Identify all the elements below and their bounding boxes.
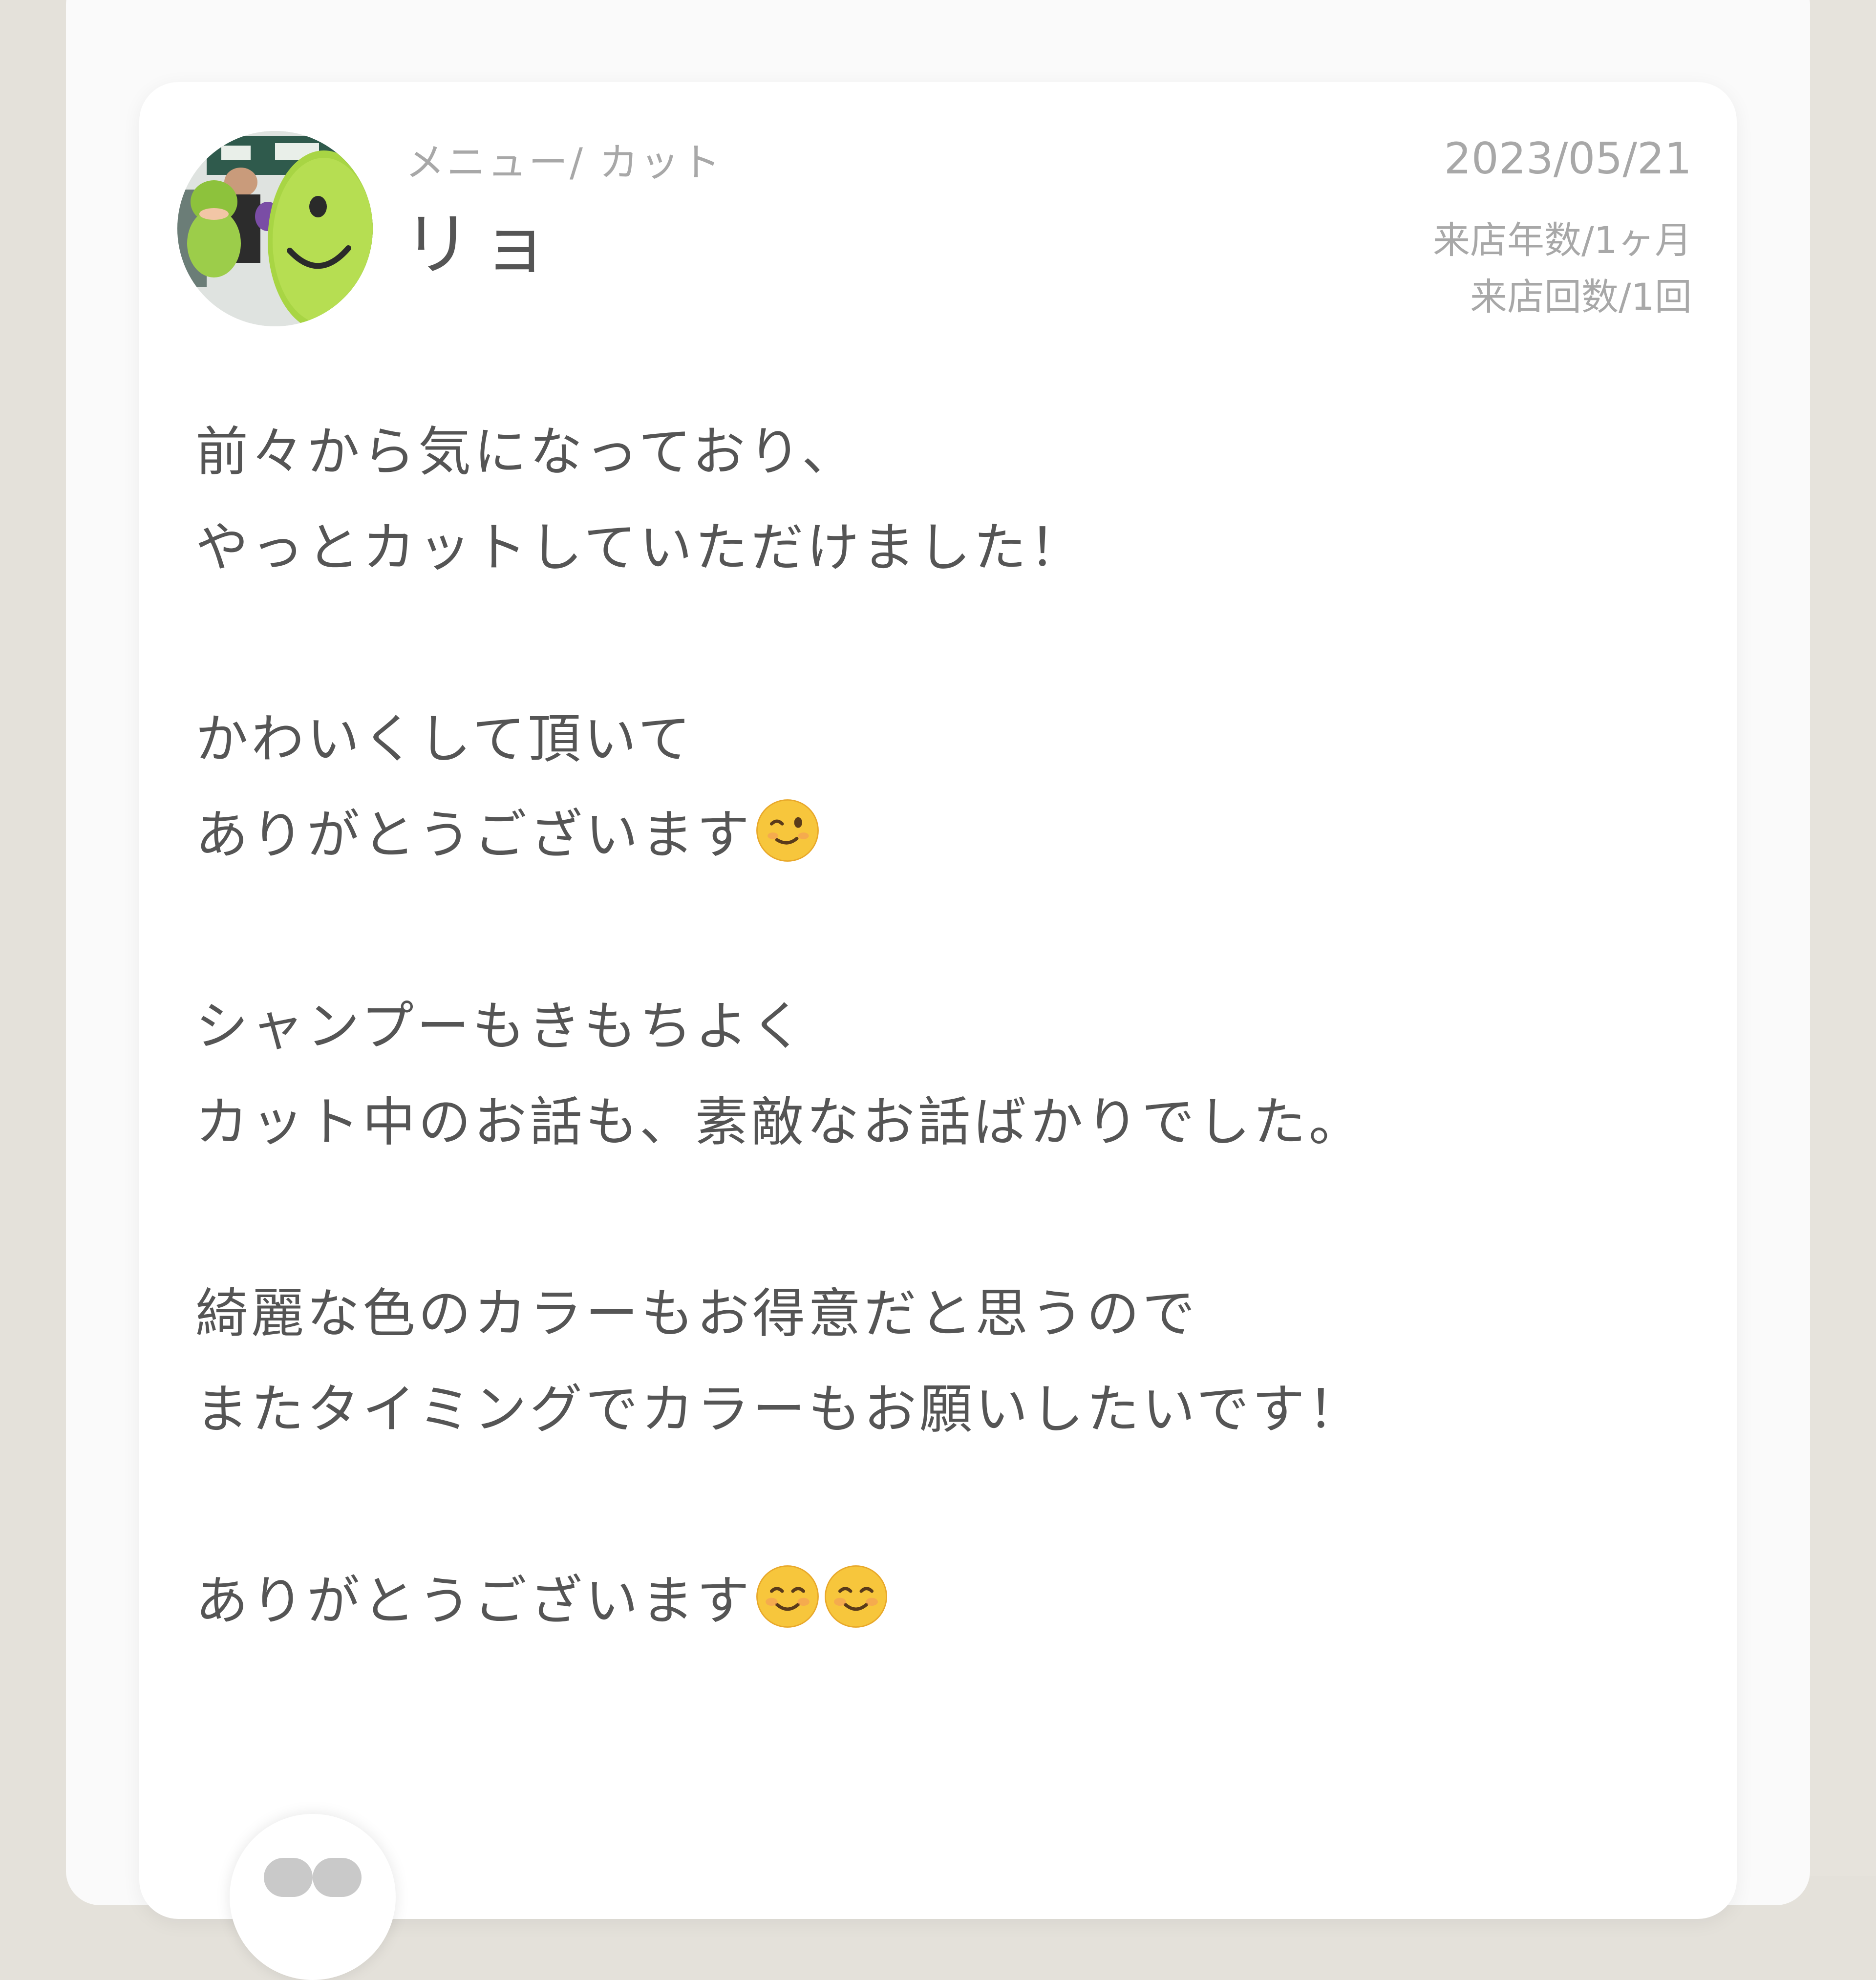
review-line: ありがとうございます — [195, 788, 1661, 883]
smiling-face-emoji-icon — [756, 1565, 819, 1628]
reviewer-name: リョ — [403, 205, 560, 285]
visit-duration: 来店年数/1ヶ月 — [1433, 218, 1692, 262]
review-line: 綺麗な色のカラーもお得意だと思うので — [195, 1283, 1198, 1344]
scrollbar-track[interactable] — [1810, 0, 1876, 1876]
review-line: シャンプーもきもちよく — [195, 996, 807, 1057]
review-date: 2023/05/21 — [1444, 133, 1692, 184]
review-line-text: ありがとうございます — [195, 1571, 753, 1632]
review-line: ありがとうございます — [195, 1554, 1661, 1649]
review-line: やっとカットしていただけました！ — [195, 517, 1085, 578]
review-line: またタイミングでカラーもお願いしたいです！ — [195, 1379, 1364, 1440]
review-line-text: ありがとうございます — [195, 805, 753, 866]
smiling-face-emoji-icon — [825, 1565, 887, 1628]
review-card: メニュー/ カット リョ 2023/05/21 来店年数/1ヶ月 来店回数/1回… — [139, 82, 1737, 1980]
reaction-button[interactable] — [230, 1814, 396, 1980]
heart-icon-left-lobe — [264, 1858, 313, 1897]
visit-count: 来店回数/1回 — [1470, 275, 1692, 319]
avatar-photo — [177, 131, 373, 326]
heart-icon-right-lobe — [313, 1858, 362, 1897]
review-line: 前々から気になっており、 — [195, 422, 858, 483]
review-text: 前々から気になっており、 やっとカットしていただけました！ かわいくして頂いて … — [195, 405, 1661, 1649]
review-line: かわいくして頂いて — [195, 709, 694, 770]
review-line: カット中のお話も、素敵なお話ばかりでした。 — [195, 1092, 1364, 1153]
winking-face-emoji-icon — [756, 799, 819, 862]
reviewer-avatar[interactable] — [177, 131, 373, 326]
menu-label: メニュー/ カット — [405, 140, 723, 185]
